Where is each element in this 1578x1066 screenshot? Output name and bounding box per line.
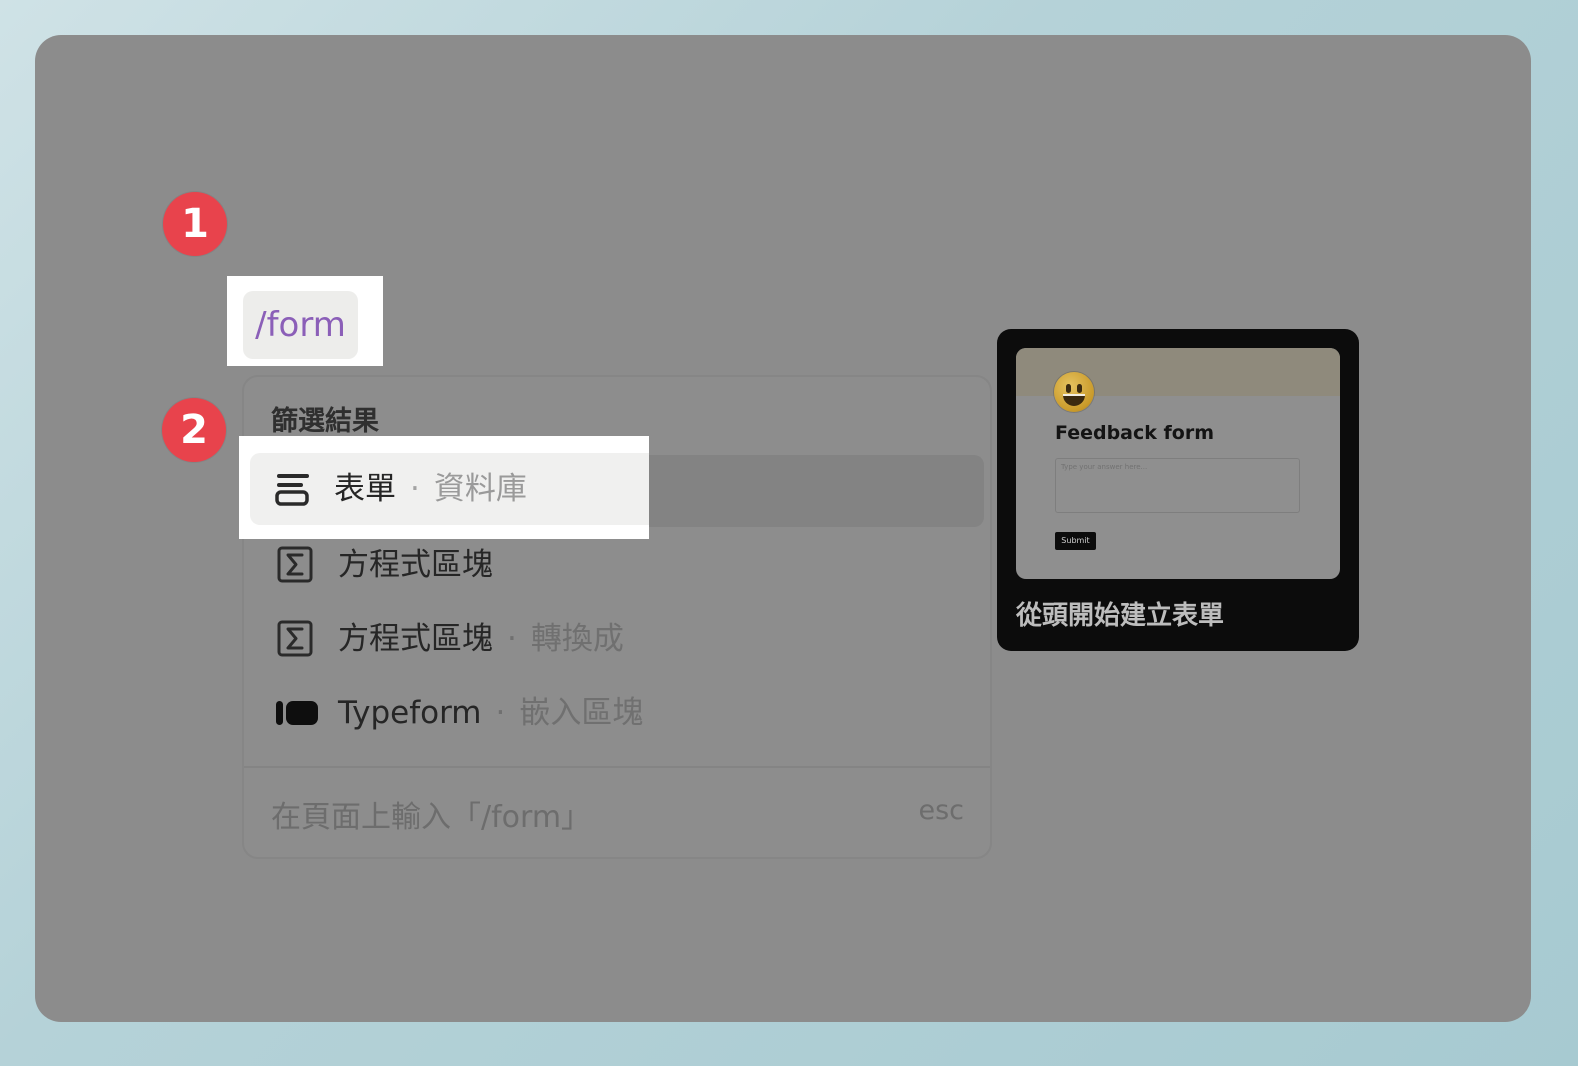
menu-item-equation-convert[interactable]: 方程式區塊 · 轉換成 bbox=[252, 603, 984, 675]
thumbnail-form-title: Feedback form bbox=[1055, 422, 1215, 444]
menu-item-label: 表單 bbox=[334, 471, 396, 507]
step-badge-2: 2 bbox=[162, 398, 226, 462]
preview-card: Feedback form Type your answer here... S… bbox=[997, 329, 1359, 651]
menu-item-sublabel: 資料庫 bbox=[433, 471, 527, 507]
smiley-emoji-icon bbox=[1054, 372, 1094, 412]
menu-item-sublabel: 轉換成 bbox=[530, 621, 624, 657]
typeform-logo-icon bbox=[276, 693, 318, 733]
menu-header: 篩選結果 bbox=[271, 406, 379, 437]
thumbnail-answer-placeholder: Type your answer here... bbox=[1061, 463, 1148, 471]
menu-item-label: 方程式區塊 bbox=[338, 547, 493, 583]
menu-item-label: 方程式區塊 bbox=[338, 621, 493, 657]
sigma-box-icon bbox=[276, 545, 318, 585]
menu-item-label: Typeform bbox=[338, 695, 482, 731]
thumbnail-answer-field: Type your answer here... bbox=[1055, 458, 1300, 513]
selected-item-highlight: 表單 · 資料庫 bbox=[239, 436, 649, 539]
esc-hint[interactable]: esc bbox=[918, 795, 964, 826]
menu-item-sublabel: 嵌入區塊 bbox=[519, 695, 644, 731]
slash-command-input[interactable]: /form bbox=[243, 291, 358, 359]
menu-item-separator: · bbox=[495, 695, 506, 731]
menu-item-equation-block[interactable]: 方程式區塊 bbox=[252, 529, 984, 601]
menu-footer-hint[interactable]: 在頁面上輸入「/form」 bbox=[271, 792, 591, 836]
sigma-box-icon bbox=[276, 619, 318, 659]
thumbnail-submit-button: Submit bbox=[1055, 532, 1096, 550]
step-badge-1: 1 bbox=[163, 192, 227, 256]
command-highlight: /form bbox=[227, 276, 383, 366]
menu-divider bbox=[244, 766, 990, 768]
menu-item-separator: · bbox=[507, 621, 517, 657]
menu-item-separator: · bbox=[410, 471, 420, 507]
menu-item-form-database-spotlight[interactable]: 表單 · 資料庫 bbox=[250, 453, 649, 525]
preview-thumbnail: Feedback form Type your answer here... S… bbox=[1016, 348, 1340, 579]
preview-caption: 從頭開始建立表單 bbox=[1016, 601, 1225, 631]
form-lines-icon bbox=[274, 469, 316, 509]
dimmed-app-window: 1 2 /form 篩選結果 表單 · 資料庫 bbox=[35, 35, 1531, 1022]
menu-item-typeform-embed[interactable]: Typeform · 嵌入區塊 bbox=[252, 677, 984, 749]
